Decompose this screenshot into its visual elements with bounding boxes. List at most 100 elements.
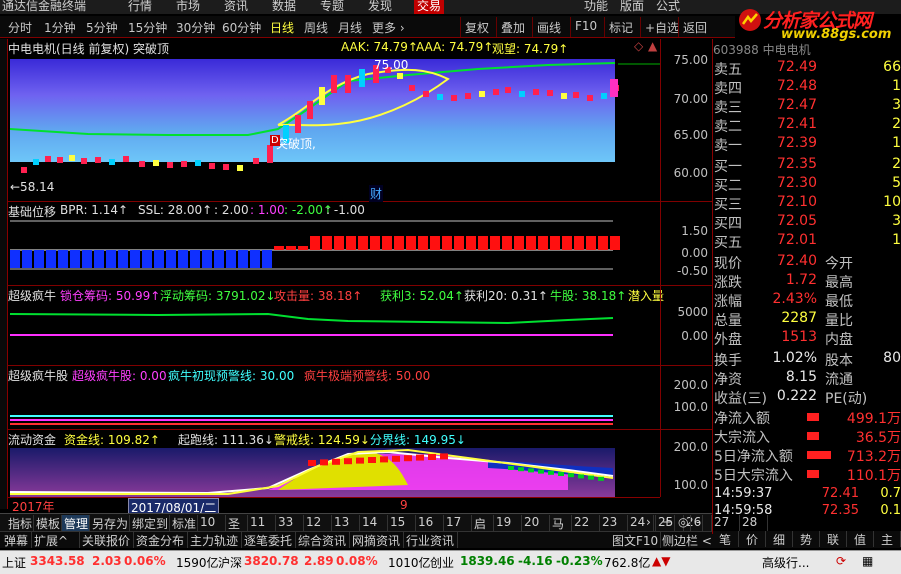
draw-button[interactable]: 画线 xyxy=(532,17,565,37)
function-tab[interactable]: 扩展^ xyxy=(32,532,80,548)
indicator-tab[interactable]: 指标 xyxy=(6,515,34,531)
function-tabs: 弹幕 扩展^ 关联报价 资金分布 主力轨迹 逐笔委托 综合资讯 网摘资讯 行业资讯 图文F10 侧边… xyxy=(0,531,715,548)
period-weekly[interactable]: 周线 xyxy=(304,19,328,36)
sh-index[interactable]: 3343.58 xyxy=(30,554,85,568)
indicator-tab[interactable]: 19 xyxy=(494,515,522,531)
stat-0-value: 72.40 xyxy=(776,253,817,269)
period-15min[interactable]: 15分钟 xyxy=(128,19,167,36)
menu-topics[interactable]: 专题 xyxy=(320,0,344,14)
indicator-tab[interactable]: 绑定到 xyxy=(130,515,170,531)
function-tab[interactable]: 弹幕 xyxy=(2,532,32,548)
function-tab[interactable]: 综合资讯 xyxy=(296,532,350,548)
back-button[interactable]: 返回 xyxy=(678,17,711,37)
indicator-panel-bull-stock[interactable]: 超级疯牛股 超级疯牛股: 0.00 疯牛初现预警线: 30.00 疯牛极端预警线… xyxy=(8,366,660,430)
up-arrow-icon[interactable]: ▲ xyxy=(648,39,657,53)
menu-market[interactable]: 市场 xyxy=(176,0,200,14)
indicator-tab[interactable]: 23 xyxy=(600,515,628,531)
function-tab[interactable]: 网摘资讯 xyxy=(350,532,404,548)
function-tab[interactable]: 行业资讯 xyxy=(404,532,458,548)
adjust-button[interactable]: 复权 xyxy=(460,17,493,37)
period-5min[interactable]: 5分钟 xyxy=(86,19,118,36)
function-tab[interactable]: 逐笔委托 xyxy=(242,532,296,548)
shift-bar xyxy=(514,236,524,250)
overlay-button[interactable]: 叠加 xyxy=(496,17,529,37)
cy-index[interactable]: 1839.46 xyxy=(460,554,515,568)
signal-icon[interactable]: ▲▼ xyxy=(652,554,670,568)
zoom-minus-icon[interactable]: - xyxy=(694,515,704,531)
indicator-tab[interactable]: 16 xyxy=(416,515,444,531)
fund-bar xyxy=(598,476,604,481)
main-chart-panel[interactable]: 中电电机(日线 前复权) 突破顶 AAK: 74.79↑ AAA: 74.79↑… xyxy=(8,39,660,202)
menu-trade[interactable]: 交易 xyxy=(414,0,445,14)
candle xyxy=(139,161,145,167)
indicator-tab[interactable]: 22 xyxy=(572,515,600,531)
status-bar: 上证 3343.58 2.03 0.06% 1590亿 沪深 3820.78 2… xyxy=(0,550,901,574)
function-tab[interactable]: 关联报价 xyxy=(80,532,134,548)
indicator-tab[interactable]: 15 xyxy=(388,515,416,531)
add-watchlist-button[interactable]: +自选 xyxy=(640,17,683,37)
period-monthly[interactable]: 月线 xyxy=(338,19,362,36)
menu-quotes[interactable]: 行情 xyxy=(128,0,152,14)
indicator-tab[interactable]: 17 xyxy=(444,515,472,531)
period-daily[interactable]: 日线 xyxy=(270,19,294,36)
period-timeshare[interactable]: 分时 xyxy=(8,19,32,36)
indicator-panel-funds[interactable]: 流动资金 资金线: 109.82↑ 起跑线: 111.36↓ 警戒线: 124.… xyxy=(8,430,660,497)
fund-bar xyxy=(404,455,412,462)
refresh-icon[interactable]: ⟳ xyxy=(836,554,846,568)
indicator-tab[interactable]: 模板 xyxy=(34,515,62,531)
indicator-tab[interactable]: 12 xyxy=(304,515,332,531)
candle xyxy=(331,75,337,93)
menu-function[interactable]: 功能 xyxy=(584,0,608,14)
tick-price: 72.35 xyxy=(821,503,859,518)
candle xyxy=(21,167,27,173)
function-tab[interactable]: 主力轨迹 xyxy=(188,532,242,548)
menu-news[interactable]: 资讯 xyxy=(224,0,248,14)
indicator-tab[interactable]: 20 xyxy=(522,515,550,531)
indicator-tab[interactable]: 管理 xyxy=(62,515,90,531)
indicator-tab[interactable]: 14 xyxy=(360,515,388,531)
axis-75: 75.00 xyxy=(673,53,708,67)
menu-layout[interactable]: 版面 xyxy=(620,0,644,14)
axis-f200: 200.0 xyxy=(673,440,708,454)
diamond-icon[interactable]: ◇ xyxy=(634,39,643,53)
tick-vol: 0.7 xyxy=(880,486,901,501)
indicator-tab[interactable]: 13 xyxy=(332,515,360,531)
sz-index[interactable]: 3820.78 xyxy=(244,554,299,568)
tab-prev-icon[interactable]: › xyxy=(644,515,654,531)
indicator-tab[interactable]: 标准 xyxy=(170,515,198,531)
f10-tab[interactable]: 图文F10 xyxy=(610,532,662,548)
indicator-tab[interactable]: 10 xyxy=(198,515,226,531)
period-1min[interactable]: 1分钟 xyxy=(44,19,76,36)
chart-icon[interactable]: ▦ xyxy=(862,554,873,568)
period-60min[interactable]: 60分钟 xyxy=(222,19,261,36)
period-30min[interactable]: 30分钟 xyxy=(176,19,215,36)
period-more[interactable]: 更多 › xyxy=(372,19,405,36)
menu-data[interactable]: 数据 xyxy=(272,0,296,14)
menu-formula[interactable]: 公式 xyxy=(656,0,680,14)
menu-discover[interactable]: 发现 xyxy=(368,0,392,14)
indicator-panel-bull[interactable]: 超级疯牛 锁仓筹码: 50.99↑ 浮动筹码: 3791.02↓ 攻击量: 38… xyxy=(8,286,664,366)
indicator-tab[interactable]: 启 xyxy=(472,515,494,531)
axis-200: 200.0 xyxy=(673,378,708,392)
indicator-tab[interactable]: 33 xyxy=(276,515,304,531)
quote-panel: 603988 中电电机 卖五 72.49 66 卖四 72.48 1 卖三 72.47 3 卖二 7… xyxy=(712,39,901,534)
indicator-tab[interactable]: 11 xyxy=(248,515,276,531)
zoom-in-icon[interactable]: + xyxy=(660,515,676,531)
candle xyxy=(465,93,471,99)
finance-marker[interactable]: 财 xyxy=(369,185,384,202)
indicator-tab[interactable]: 马 xyxy=(550,515,572,531)
indicator-tab[interactable]: 另存为 xyxy=(90,515,130,531)
cy-percent: -0.23% xyxy=(556,554,603,568)
indicator-tab[interactable]: 圣 xyxy=(226,515,248,531)
profit20: 获利20: 0.31↑ xyxy=(464,289,548,303)
f10-button[interactable]: F10 xyxy=(570,17,601,37)
zoom-out-icon[interactable]: ◎ xyxy=(676,515,692,531)
advanced-quote[interactable]: 高级行... xyxy=(762,554,809,571)
indicator-panel-shift[interactable]: 基础位移 BPR: 1.14↑ SSL: 28.00↑ : 2.00 : 1.0… xyxy=(8,202,660,286)
buy-3-value: 72.10 xyxy=(776,194,817,210)
sz-percent: 0.08% xyxy=(336,554,378,568)
mark-button[interactable]: 标记 xyxy=(604,17,637,37)
function-tab[interactable]: 资金分布 xyxy=(134,532,188,548)
profit3: 获利3: 52.04↑ xyxy=(380,289,464,303)
sidebar-toggle[interactable]: 侧边栏 < xyxy=(660,532,715,548)
